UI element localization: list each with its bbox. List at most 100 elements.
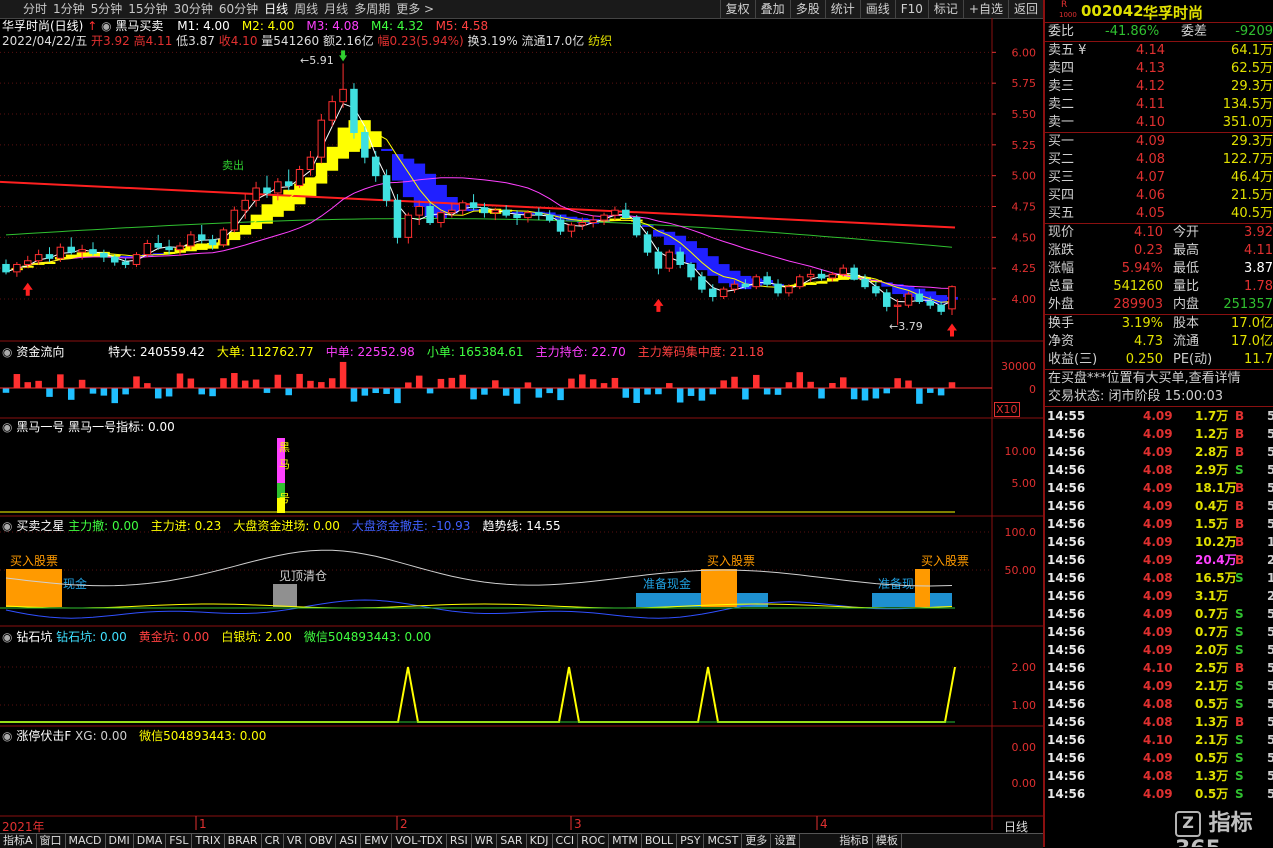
settings-dot-icon[interactable]: ◉ [2,345,12,359]
indicator-tab[interactable]: BRAR [225,834,262,848]
tool-button[interactable]: 统计 [824,0,860,18]
period-tab[interactable]: 60分钟 [216,0,261,18]
fund-bar-pos [589,379,597,388]
period-tab[interactable]: 周线 [291,0,321,18]
indicator-tab[interactable]: 窗口 [37,834,66,848]
book-row[interactable]: 买四 4.06 21.5万 [1045,187,1273,205]
book-row[interactable]: 买五 4.05 40.5万 [1045,205,1273,223]
fund-flow-title[interactable]: 资金流向 [16,345,64,359]
indicator-tab[interactable]: 指标B [836,834,873,848]
indicator-tab[interactable]: MTM [609,834,642,848]
period-tab[interactable]: 更多 > [393,0,437,18]
indicator-tab[interactable]: WR [472,834,498,848]
fund-bar-neg [535,388,543,398]
price-tick-label: 5.75 [1012,77,1037,90]
tool-button[interactable]: 叠加 [754,0,790,18]
diamond-title[interactable]: 钻石坑 [16,630,52,644]
indicator-tab[interactable]: ASI [336,834,362,848]
settings-dot-icon[interactable]: ◉ [2,420,12,434]
candle-body [904,293,913,306]
trend-ribbon [402,158,415,198]
settings-dot-icon[interactable]: ◉ [2,630,12,644]
indicator-tab[interactable]: PSY [677,834,705,848]
period-tab[interactable]: 1分钟 [50,0,88,18]
book-volume: 64.1万 [1231,43,1273,58]
indicator-tab[interactable]: 设置 [771,834,801,848]
tick-count: 5 [1267,425,1273,443]
stock-title: 华孚时尚(日线) [2,19,84,33]
settings-dot-icon[interactable]: ◉ [2,519,12,533]
period-tab[interactable]: 5分钟 [88,0,126,18]
settings-dot-icon[interactable]: ◉ [101,19,111,33]
candle-body [796,276,804,288]
tick-side: B [1235,409,1245,423]
indicator-tab[interactable]: CCI [553,834,579,848]
indicator-tab[interactable]: DMA [134,834,167,848]
indicator-tab[interactable]: CR [262,834,284,848]
ma5-line [0,180,956,229]
heima-title[interactable]: 黑马一号 [16,420,64,434]
tool-button[interactable]: 多股 [789,0,825,18]
fund-bar-pos [78,379,86,388]
notice-row[interactable]: 在买盘***位置有大买单,查看详情 [1045,370,1273,388]
tick-price: 4.09 [1143,481,1173,495]
book-row[interactable]: 卖五 ¥ 4.14 64.1万 [1045,42,1273,60]
period-tab[interactable]: 分时 [20,0,50,18]
period-tab[interactable]: 30分钟 [171,0,216,18]
indicator-tab[interactable]: EMV [361,834,393,848]
indicator-tab[interactable]: DMI [106,834,134,848]
indicator-tab[interactable]: OBV [306,834,337,848]
book-row[interactable]: 卖三 4.12 29.3万 [1045,78,1273,96]
candle-body [45,254,54,259]
tick-volume: 10.2万 [1195,535,1237,549]
book-row[interactable]: 买二 4.08 122.7万 [1045,151,1273,169]
book-label: 卖一 [1048,115,1075,130]
tool-button[interactable]: F10 [894,0,928,18]
indicator-tab[interactable]: BOLL [642,834,678,848]
trend-ribbon [305,177,317,197]
indicator-tab[interactable]: FSL [166,834,193,848]
indicator-tab[interactable]: VOL-TDX [392,834,447,848]
indicator-tab[interactable]: TRIX [192,834,225,848]
book-row[interactable]: 卖二 4.11 134.5万 [1045,96,1273,114]
book-label: 买三 [1048,170,1075,185]
book-row[interactable]: 买一 4.09 29.3万 [1045,133,1273,151]
indicator-tab[interactable]: 模板 [873,834,902,848]
indicator-tab[interactable]: RSI [447,834,472,848]
book-row[interactable]: 卖一 4.10 351.0万 [1045,114,1273,132]
period-tab[interactable]: 15分钟 [125,0,170,18]
tool-button[interactable]: 返回 [1007,0,1043,18]
tool-button[interactable]: 画线 [859,0,895,18]
indicator-value: 主力筹码集中度: 21.18 [637,345,765,359]
indicator-tab[interactable]: ROC [578,834,610,848]
stock-name: 华孚时尚 [1143,4,1204,22]
candle-body [437,212,445,224]
indicator-tab[interactable]: SAR [497,834,527,848]
candle-body [600,214,608,221]
tool-button[interactable]: +自选 [962,0,1008,18]
tick-price: 4.09 [1143,751,1173,765]
period-tab[interactable]: 月线 [321,0,351,18]
zt-title[interactable]: 涨停伏击F [16,729,71,743]
indicator-tab[interactable]: MCST [704,834,743,848]
indicator-tab[interactable]: 更多 [742,834,772,848]
book-row[interactable]: 买三 4.07 46.4万 [1045,169,1273,187]
indicator-tab[interactable]: 指标A [0,834,37,848]
trade-status: 交易状态: 闭市阶段 15:00:03 [1048,389,1224,404]
bs-title[interactable]: 买卖之星 [16,519,64,533]
period-tab[interactable]: 多周期 [351,0,393,18]
notice-text[interactable]: 在买盘***位置有大买单,查看详情 [1048,370,1241,388]
tool-button[interactable]: 标记 [927,0,963,18]
indicator-tab[interactable]: MACD [66,834,106,848]
indicator-name[interactable]: 黑马买卖 [115,19,163,33]
candle-body [948,286,956,310]
tool-button[interactable]: 复权 [719,0,755,18]
indicator-tab[interactable]: VR [284,834,307,848]
tick-list[interactable]: 14:55 4.09 1.7万 B 5 14:56 4.09 1.2万 B 5 14:56 4.09 2… [1045,407,1273,803]
settings-dot-icon[interactable]: ◉ [2,729,12,743]
book-row[interactable]: 卖四 4.13 62.5万 [1045,60,1273,78]
period-tab[interactable]: 日线 [261,0,291,18]
fund-bar-pos [187,378,195,388]
weibi-row: 委比 -41.86% 委差 -9209 [1045,23,1273,42]
indicator-tab[interactable]: KDJ [527,834,553,848]
